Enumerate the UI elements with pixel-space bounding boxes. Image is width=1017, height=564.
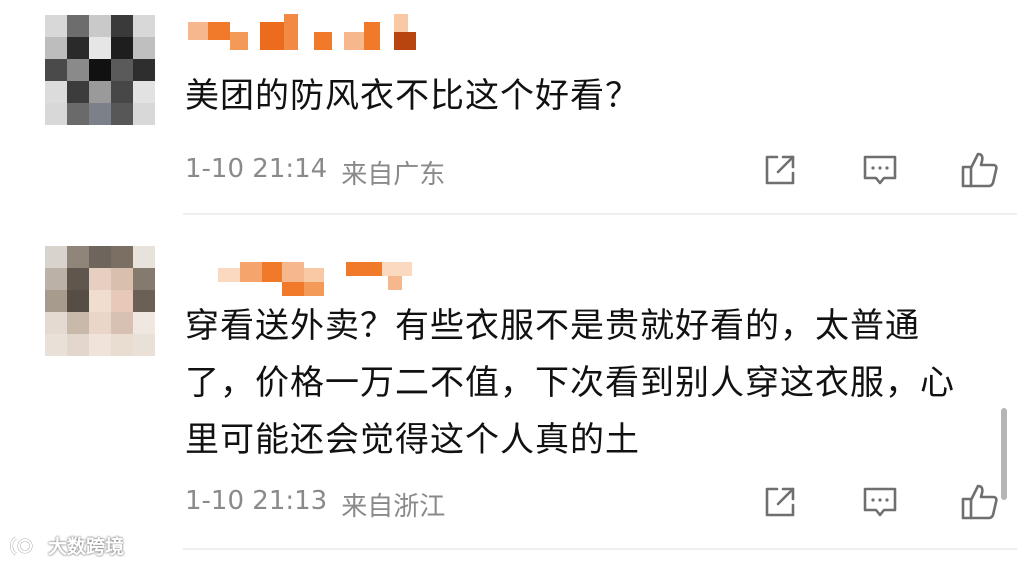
comment-meta: 1-10 21:13 来自浙江: [185, 486, 445, 523]
comment-text: 穿看送外卖？有些衣服不是贵就好看的，太普通了，价格一万二不值，下次看到别人穿这衣…: [185, 306, 955, 460]
watermark: 大数跨境: [8, 532, 124, 559]
like-button[interactable]: [958, 148, 1002, 192]
comment-time: 1-10 21:14: [185, 154, 328, 184]
comment-location: 来自广东: [341, 160, 446, 190]
comment-item: 穿看送外卖？有些衣服不是贵就好看的，太普通了，价格一万二不值，下次看到别人穿这衣…: [0, 214, 1017, 564]
comment-item: 美团的防风衣不比这个好看？ 1-10 21:14 来自广东: [0, 0, 1017, 214]
comment-divider: [183, 548, 1017, 550]
share-button[interactable]: [758, 480, 802, 524]
reply-button[interactable]: [858, 480, 902, 524]
username[interactable]: [188, 14, 418, 50]
watermark-text: 大数跨境: [48, 536, 125, 558]
avatar[interactable]: [45, 15, 155, 125]
reply-button[interactable]: [858, 148, 902, 192]
comment-icon: [863, 487, 897, 517]
comment-icon: [863, 155, 897, 185]
share-icon: [765, 155, 795, 185]
comment-location: 来自浙江: [341, 492, 446, 522]
like-button[interactable]: [958, 480, 1002, 524]
scrollbar[interactable]: [1001, 408, 1007, 500]
share-icon: [765, 487, 795, 517]
comment-meta: 1-10 21:14 来自广东: [185, 154, 445, 191]
avatar[interactable]: [45, 246, 155, 356]
comment-actions: [758, 480, 1002, 524]
share-button[interactable]: [758, 148, 802, 192]
like-icon: [961, 152, 998, 188]
like-icon: [961, 484, 998, 520]
comment-time: 1-10 21:13: [185, 486, 328, 516]
comment-text: 美团的防风衣不比这个好看？: [185, 76, 640, 116]
username[interactable]: [188, 258, 438, 296]
comment-actions: [758, 148, 1002, 192]
watermark-logo-icon: [10, 536, 33, 555]
